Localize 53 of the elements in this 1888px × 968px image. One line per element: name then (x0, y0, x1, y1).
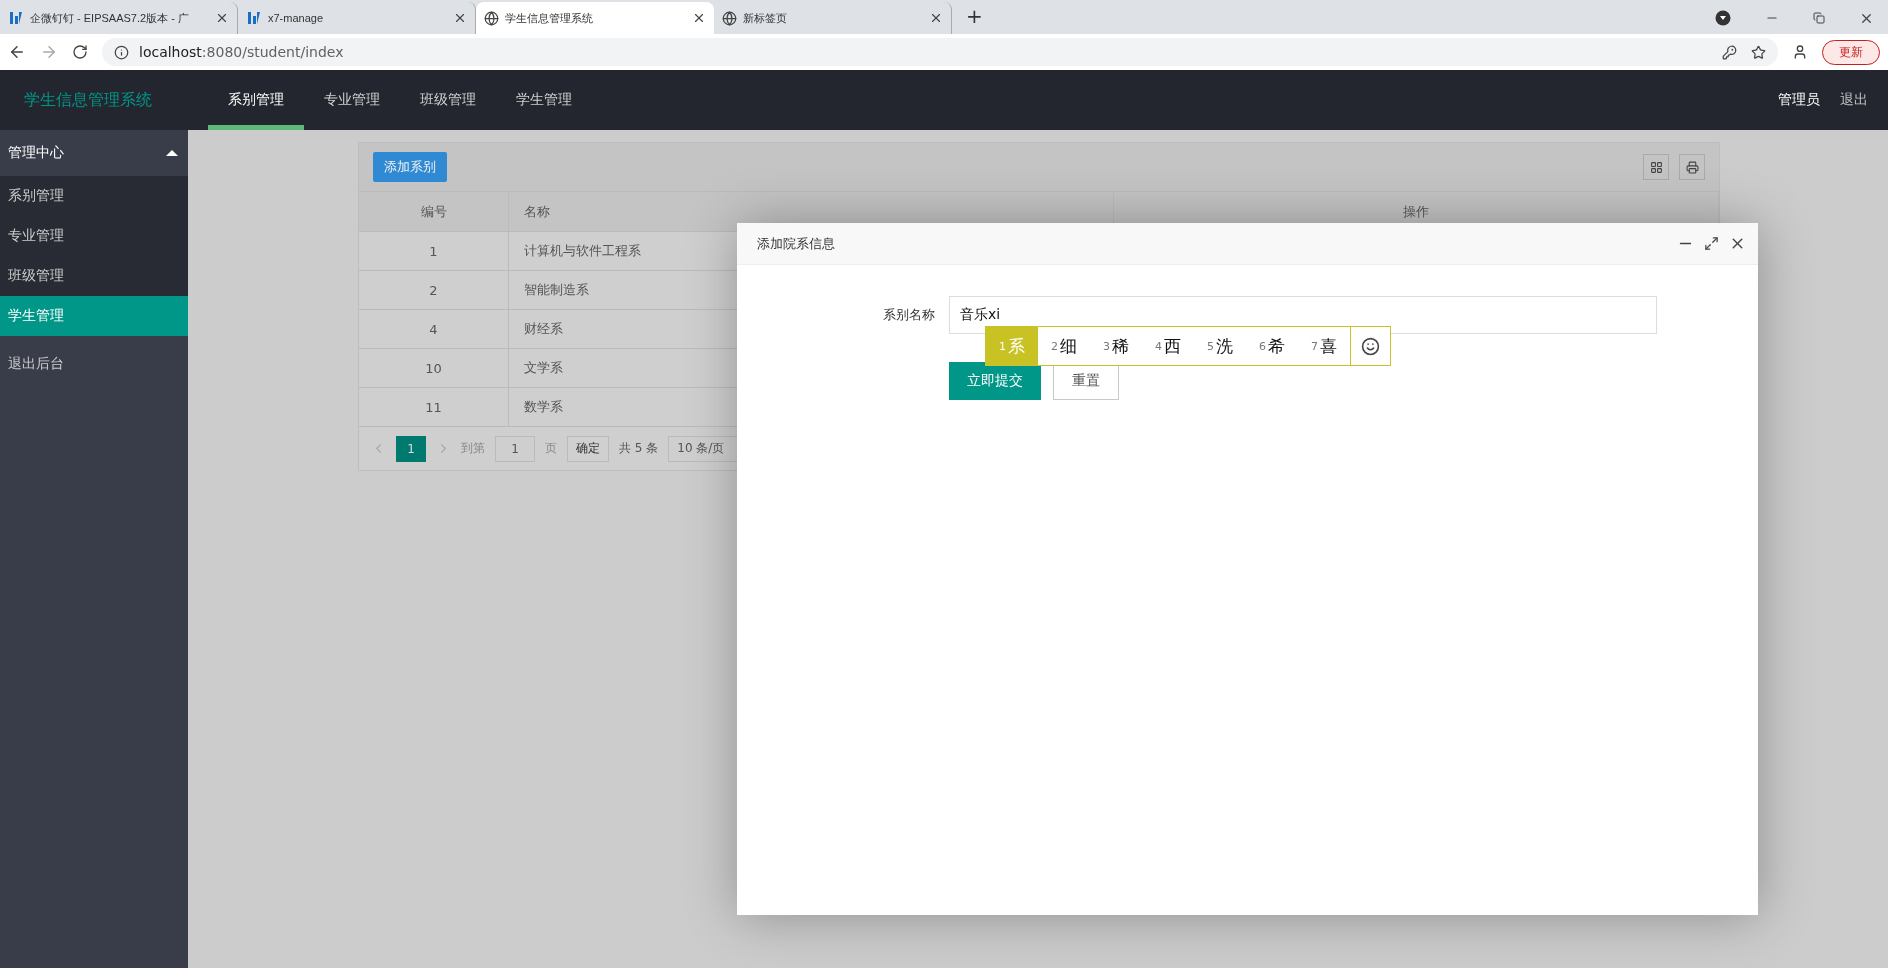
columns-icon[interactable] (1643, 154, 1669, 180)
restore-icon[interactable] (1813, 12, 1825, 24)
goto-label: 到第 (461, 440, 485, 457)
close-icon[interactable] (929, 11, 943, 25)
tab-title: x7-manage (268, 12, 325, 24)
tab-title: 学生信息管理系统 (505, 10, 594, 26)
dialog-title: 添加院系信息 (757, 234, 835, 253)
profile-icon[interactable] (1792, 44, 1808, 60)
tab-title: 企微钉钉 - EIPSAAS7.2版本 - 广 (30, 10, 190, 26)
h-logo-icon (246, 10, 262, 26)
print-icon[interactable] (1679, 154, 1705, 180)
close-icon[interactable] (215, 11, 229, 25)
star-icon[interactable] (1751, 44, 1766, 60)
table-cell: 2 (359, 270, 509, 309)
address-bar[interactable]: localhost:8080/student/index (102, 38, 1778, 66)
sidebar-item[interactable]: 学生管理 (0, 296, 188, 336)
info-icon (114, 44, 129, 60)
update-button[interactable]: 更新 (1822, 39, 1880, 65)
globe-icon (484, 10, 499, 26)
back-icon[interactable] (8, 43, 26, 61)
sidebar-title: 管理中心 (8, 144, 64, 162)
page-input[interactable]: 1 (495, 435, 535, 462)
nav-tab[interactable]: 专业管理 (304, 70, 400, 130)
dropdown-icon[interactable] (1715, 10, 1731, 26)
table-cell: 10 (359, 348, 509, 387)
page-unit: 页 (545, 440, 557, 457)
url-text: localhost:8080/student/index (139, 44, 344, 60)
tab-title: 新标签页 (743, 10, 788, 26)
column-header: 编号 (359, 191, 509, 231)
globe-icon (722, 10, 737, 26)
close-icon[interactable] (692, 11, 706, 25)
smiley-icon[interactable] (1361, 336, 1380, 356)
table-cell: 11 (359, 387, 509, 426)
reload-icon[interactable] (72, 44, 88, 60)
nav-tab[interactable]: 班级管理 (400, 70, 496, 130)
key-icon[interactable] (1722, 44, 1737, 60)
table-cell: 1 (359, 231, 509, 270)
browser-tab[interactable]: 学生信息管理系统 (476, 2, 714, 34)
logout-link[interactable]: 退出 (1840, 91, 1868, 109)
add-button[interactable]: 添加系别 (373, 152, 447, 182)
maximize-icon[interactable] (1704, 235, 1719, 252)
page-number[interactable]: 1 (396, 435, 426, 462)
user-name[interactable]: 管理员 (1778, 91, 1820, 109)
nav-tab[interactable]: 学生管理 (496, 70, 592, 130)
app-logo: 学生信息管理系统 (23, 88, 153, 111)
table-cell: 4 (359, 309, 509, 348)
submit-button[interactable]: 立即提交 (949, 362, 1041, 400)
total-count: 共 5 条 (619, 440, 659, 457)
confirm-button[interactable]: 确定 (567, 435, 609, 462)
h-logo-icon (8, 10, 24, 26)
field-label: 系别名称 (883, 306, 936, 324)
close-icon[interactable] (453, 11, 467, 25)
new-tab-button[interactable]: + (952, 4, 997, 34)
